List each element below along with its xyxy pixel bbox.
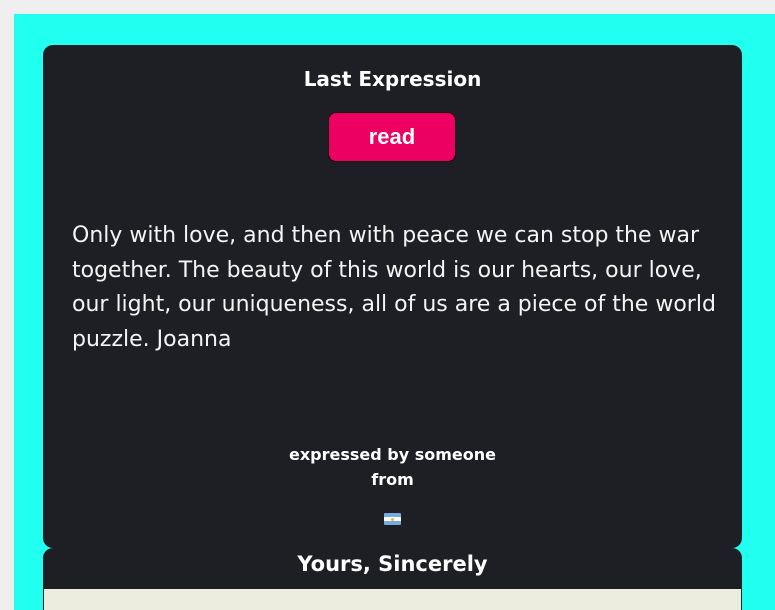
expressed-by-label: expressed by someone xyxy=(288,445,496,464)
yours-sincerely-card: Yours, Sincerely xyxy=(43,548,742,610)
sincerely-content-panel xyxy=(44,589,741,610)
last-expression-card: Last Expression read Only with love, and… xyxy=(43,45,742,548)
read-button[interactable]: read xyxy=(328,112,456,162)
yours-sincerely-title: Yours, Sincerely xyxy=(297,552,488,576)
expression-message: Only with love, and then with peace we c… xyxy=(72,223,716,352)
from-label: from xyxy=(371,470,414,489)
last-expression-title: Last Expression xyxy=(303,67,482,91)
argentina-flag-icon xyxy=(384,513,401,525)
